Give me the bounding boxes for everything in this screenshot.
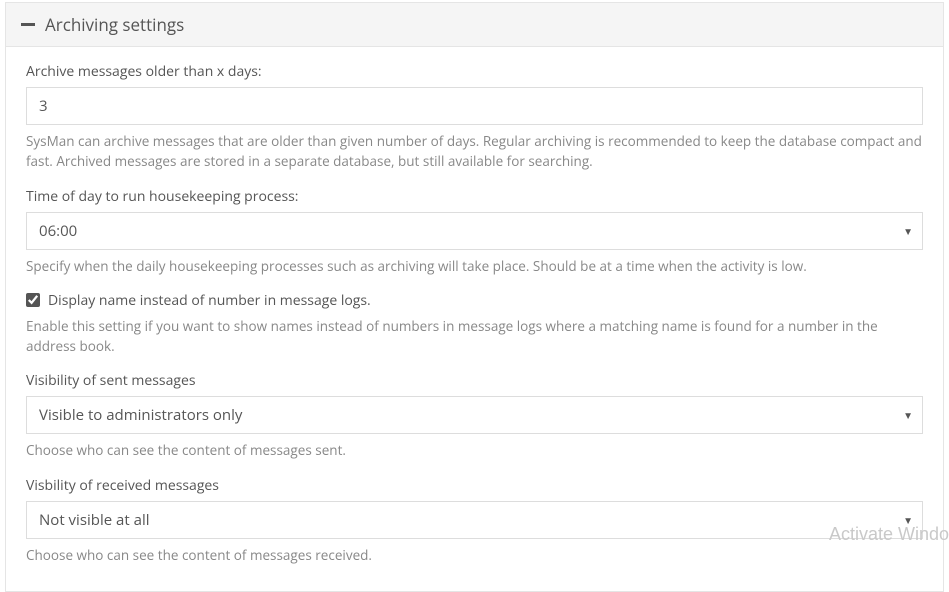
visibility-received-label: Visbility of received messages <box>26 476 923 495</box>
visibility-sent-select-wrapper: Visible to administrators only ▼ <box>26 396 923 434</box>
visibility-sent-group: Visibility of sent messages Visible to a… <box>26 371 923 460</box>
housekeeping-time-group: Time of day to run housekeeping process:… <box>26 187 923 276</box>
visibility-received-select[interactable]: Not visible at all <box>26 501 923 539</box>
display-name-checkbox[interactable] <box>26 293 40 307</box>
archive-days-input[interactable] <box>26 87 923 125</box>
display-name-help: Enable this setting if you want to show … <box>26 316 923 357</box>
archive-days-label: Archive messages older than x days: <box>26 62 923 81</box>
visibility-received-select-wrapper: Not visible at all ▼ <box>26 501 923 539</box>
visibility-sent-label: Visibility of sent messages <box>26 371 923 390</box>
collapse-icon <box>21 23 35 26</box>
display-name-checkbox-row: Display name instead of number in messag… <box>26 291 923 310</box>
display-name-group: Display name instead of number in messag… <box>26 291 923 357</box>
display-name-label[interactable]: Display name instead of number in messag… <box>48 291 371 310</box>
visibility-received-help: Choose who can see the content of messag… <box>26 545 923 565</box>
panel-header[interactable]: Archiving settings <box>6 3 943 47</box>
archiving-settings-panel: Archiving settings Archive messages olde… <box>5 2 944 592</box>
housekeeping-time-select[interactable]: 06:00 <box>26 212 923 250</box>
panel-title: Archiving settings <box>45 13 184 36</box>
housekeeping-time-select-wrapper: 06:00 ▼ <box>26 212 923 250</box>
visibility-sent-select[interactable]: Visible to administrators only <box>26 396 923 434</box>
housekeeping-time-label: Time of day to run housekeeping process: <box>26 187 923 206</box>
visibility-sent-help: Choose who can see the content of messag… <box>26 440 923 460</box>
archive-days-group: Archive messages older than x days: SysM… <box>26 62 923 172</box>
panel-body: Archive messages older than x days: SysM… <box>6 47 943 591</box>
housekeeping-time-help: Specify when the daily housekeeping proc… <box>26 256 923 276</box>
visibility-received-group: Visbility of received messages Not visib… <box>26 476 923 565</box>
archive-days-help: SysMan can archive messages that are old… <box>26 131 923 172</box>
